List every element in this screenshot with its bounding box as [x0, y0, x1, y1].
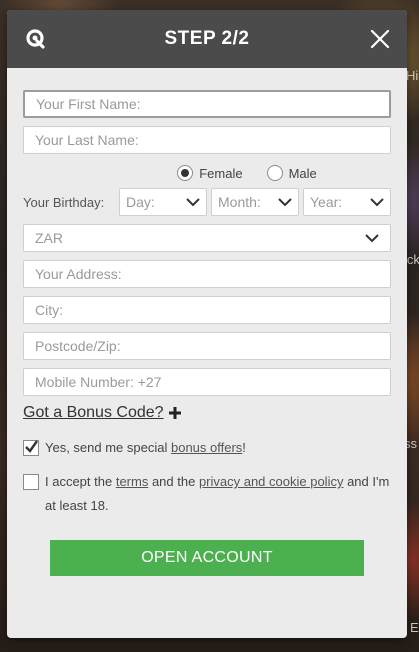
plus-icon[interactable]	[168, 406, 182, 420]
gender-selector: Female Male	[23, 160, 391, 186]
female-label: Female	[199, 165, 243, 181]
terms-checkbox[interactable]	[23, 474, 39, 490]
male-label: Male	[288, 165, 317, 181]
currency-select-value: ZAR	[35, 230, 63, 246]
currency-select[interactable]: ZAR	[23, 224, 391, 252]
brand-q-icon	[26, 29, 45, 49]
gender-male-option[interactable]: Male	[266, 165, 317, 181]
terms-text-part2: and the	[148, 474, 199, 489]
background-text: E	[410, 620, 419, 635]
modal-header: STEP 2/2	[7, 10, 407, 68]
last-name-input[interactable]	[23, 126, 391, 154]
month-select-value: Month:	[218, 194, 261, 210]
terms-consent: I accept the terms and the privacy and c…	[23, 470, 391, 518]
background-text: Hi	[406, 68, 419, 83]
modal-title: STEP 2/2	[164, 28, 250, 49]
day-select-value: Day:	[126, 194, 155, 210]
first-name-input[interactable]	[23, 90, 391, 118]
mobile-number-input[interactable]	[23, 368, 391, 396]
terms-text: I accept the terms and the privacy and c…	[23, 470, 391, 518]
close-icon[interactable]	[367, 26, 393, 52]
birthday-day-select[interactable]: Day:	[119, 188, 207, 216]
chevron-down-icon	[186, 197, 200, 206]
bonus-offers-checkbox[interactable]	[23, 440, 39, 456]
terms-link[interactable]: terms	[116, 474, 149, 489]
chevron-down-icon	[278, 197, 292, 206]
registration-form: Female Male Your Birthday: Day: Month: Y…	[7, 68, 407, 576]
bonus-offers-link[interactable]: bonus offers	[171, 440, 242, 455]
male-radio[interactable]	[266, 165, 283, 181]
address-input[interactable]	[23, 260, 391, 288]
chevron-down-icon	[365, 233, 379, 242]
birthday-label: Your Birthday:	[23, 194, 105, 210]
city-input[interactable]	[23, 296, 391, 324]
birthday-year-select[interactable]: Year:	[303, 188, 391, 216]
birthday-month-select[interactable]: Month:	[211, 188, 299, 216]
bonus-offers-text: Yes, send me special bonus offers!	[45, 436, 246, 460]
bonus-code-link[interactable]: Got a Bonus Code?	[23, 404, 164, 422]
bonus-code-toggle[interactable]: Got a Bonus Code?	[23, 404, 391, 422]
bonus-offers-consent: Yes, send me special bonus offers!	[23, 436, 391, 460]
offers-suffix-text: !	[242, 440, 246, 455]
gender-female-option[interactable]: Female	[177, 165, 243, 181]
privacy-policy-link[interactable]: privacy and cookie policy	[199, 474, 344, 489]
registration-modal: STEP 2/2 Female Male Your Birthday: Day:	[7, 10, 407, 638]
offers-prefix-text: Yes, send me special	[45, 440, 171, 455]
year-select-value: Year:	[310, 194, 343, 210]
birthday-row: Your Birthday: Day: Month: Year:	[23, 188, 391, 216]
terms-text-part1: I accept the	[45, 474, 116, 489]
checkmark-icon	[25, 440, 38, 453]
postcode-input[interactable]	[23, 332, 391, 360]
female-radio[interactable]	[177, 165, 194, 181]
chevron-down-icon	[370, 197, 384, 206]
open-account-button[interactable]: OPEN ACCOUNT	[50, 540, 364, 576]
